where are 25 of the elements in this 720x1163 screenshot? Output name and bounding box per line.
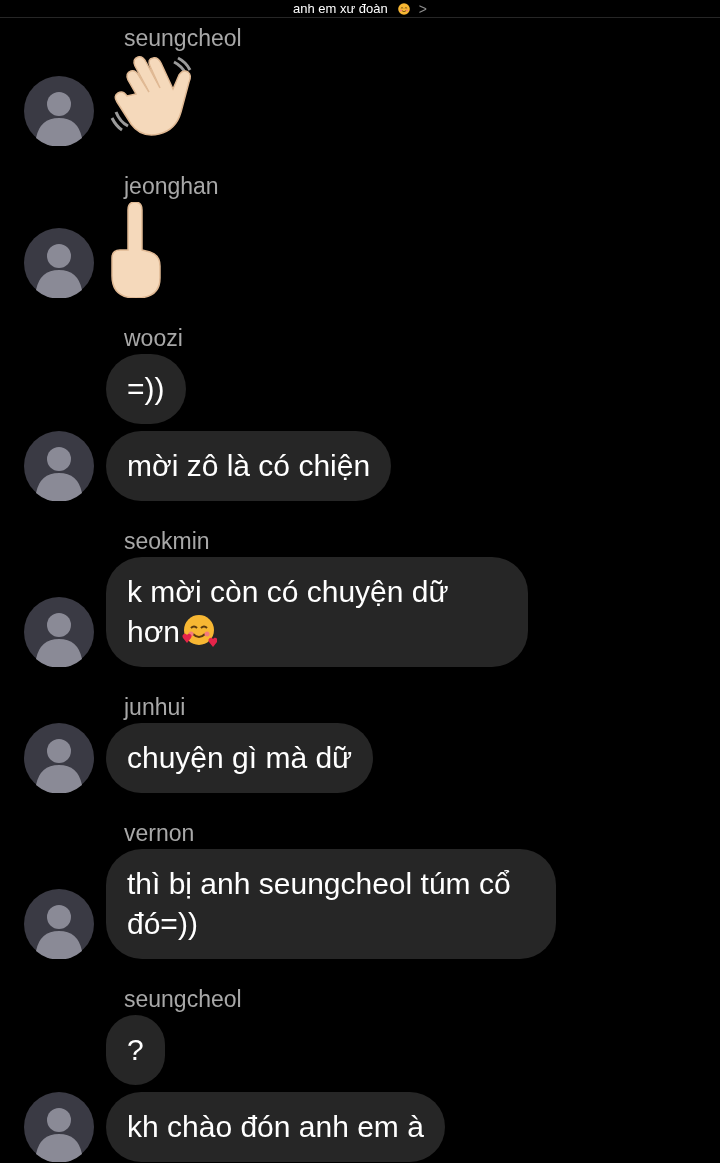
- sender-name: seungcheol: [124, 24, 242, 52]
- avatar: [24, 431, 94, 501]
- sender-name: junhui: [124, 693, 186, 721]
- message-bubble: k mời còn có chuyện dữ hơn: [106, 557, 528, 667]
- sender-name: seungcheol: [124, 985, 242, 1013]
- avatar: [24, 889, 94, 959]
- chat-title[interactable]: anh em xư đoàn: [293, 0, 388, 17]
- avatar: [24, 597, 94, 667]
- sender-name: woozi: [124, 324, 183, 352]
- avatar: [24, 1092, 94, 1162]
- smiling-face-with-hearts-icon: [181, 612, 218, 648]
- message-bubble: mời zô là có chiện: [106, 431, 392, 501]
- avatar: [24, 76, 94, 146]
- message-bubble: kh chào đón anh em à: [106, 1092, 445, 1162]
- sender-name: jeonghan: [124, 172, 219, 200]
- avatar: [24, 723, 94, 793]
- message-bubble: ?: [106, 1015, 165, 1085]
- message-bubble: =)): [106, 354, 186, 424]
- smiling-face-icon: [396, 1, 411, 16]
- message-bubble: thì bị anh seungcheol túm cổ đó=)): [106, 849, 556, 959]
- sender-name: seokmin: [124, 527, 210, 555]
- chevron[interactable]: >: [418, 0, 427, 17]
- message-bubble: chuyện gì mà dữ: [106, 723, 374, 793]
- avatar: [24, 228, 94, 298]
- sender-name: vernon: [124, 819, 195, 847]
